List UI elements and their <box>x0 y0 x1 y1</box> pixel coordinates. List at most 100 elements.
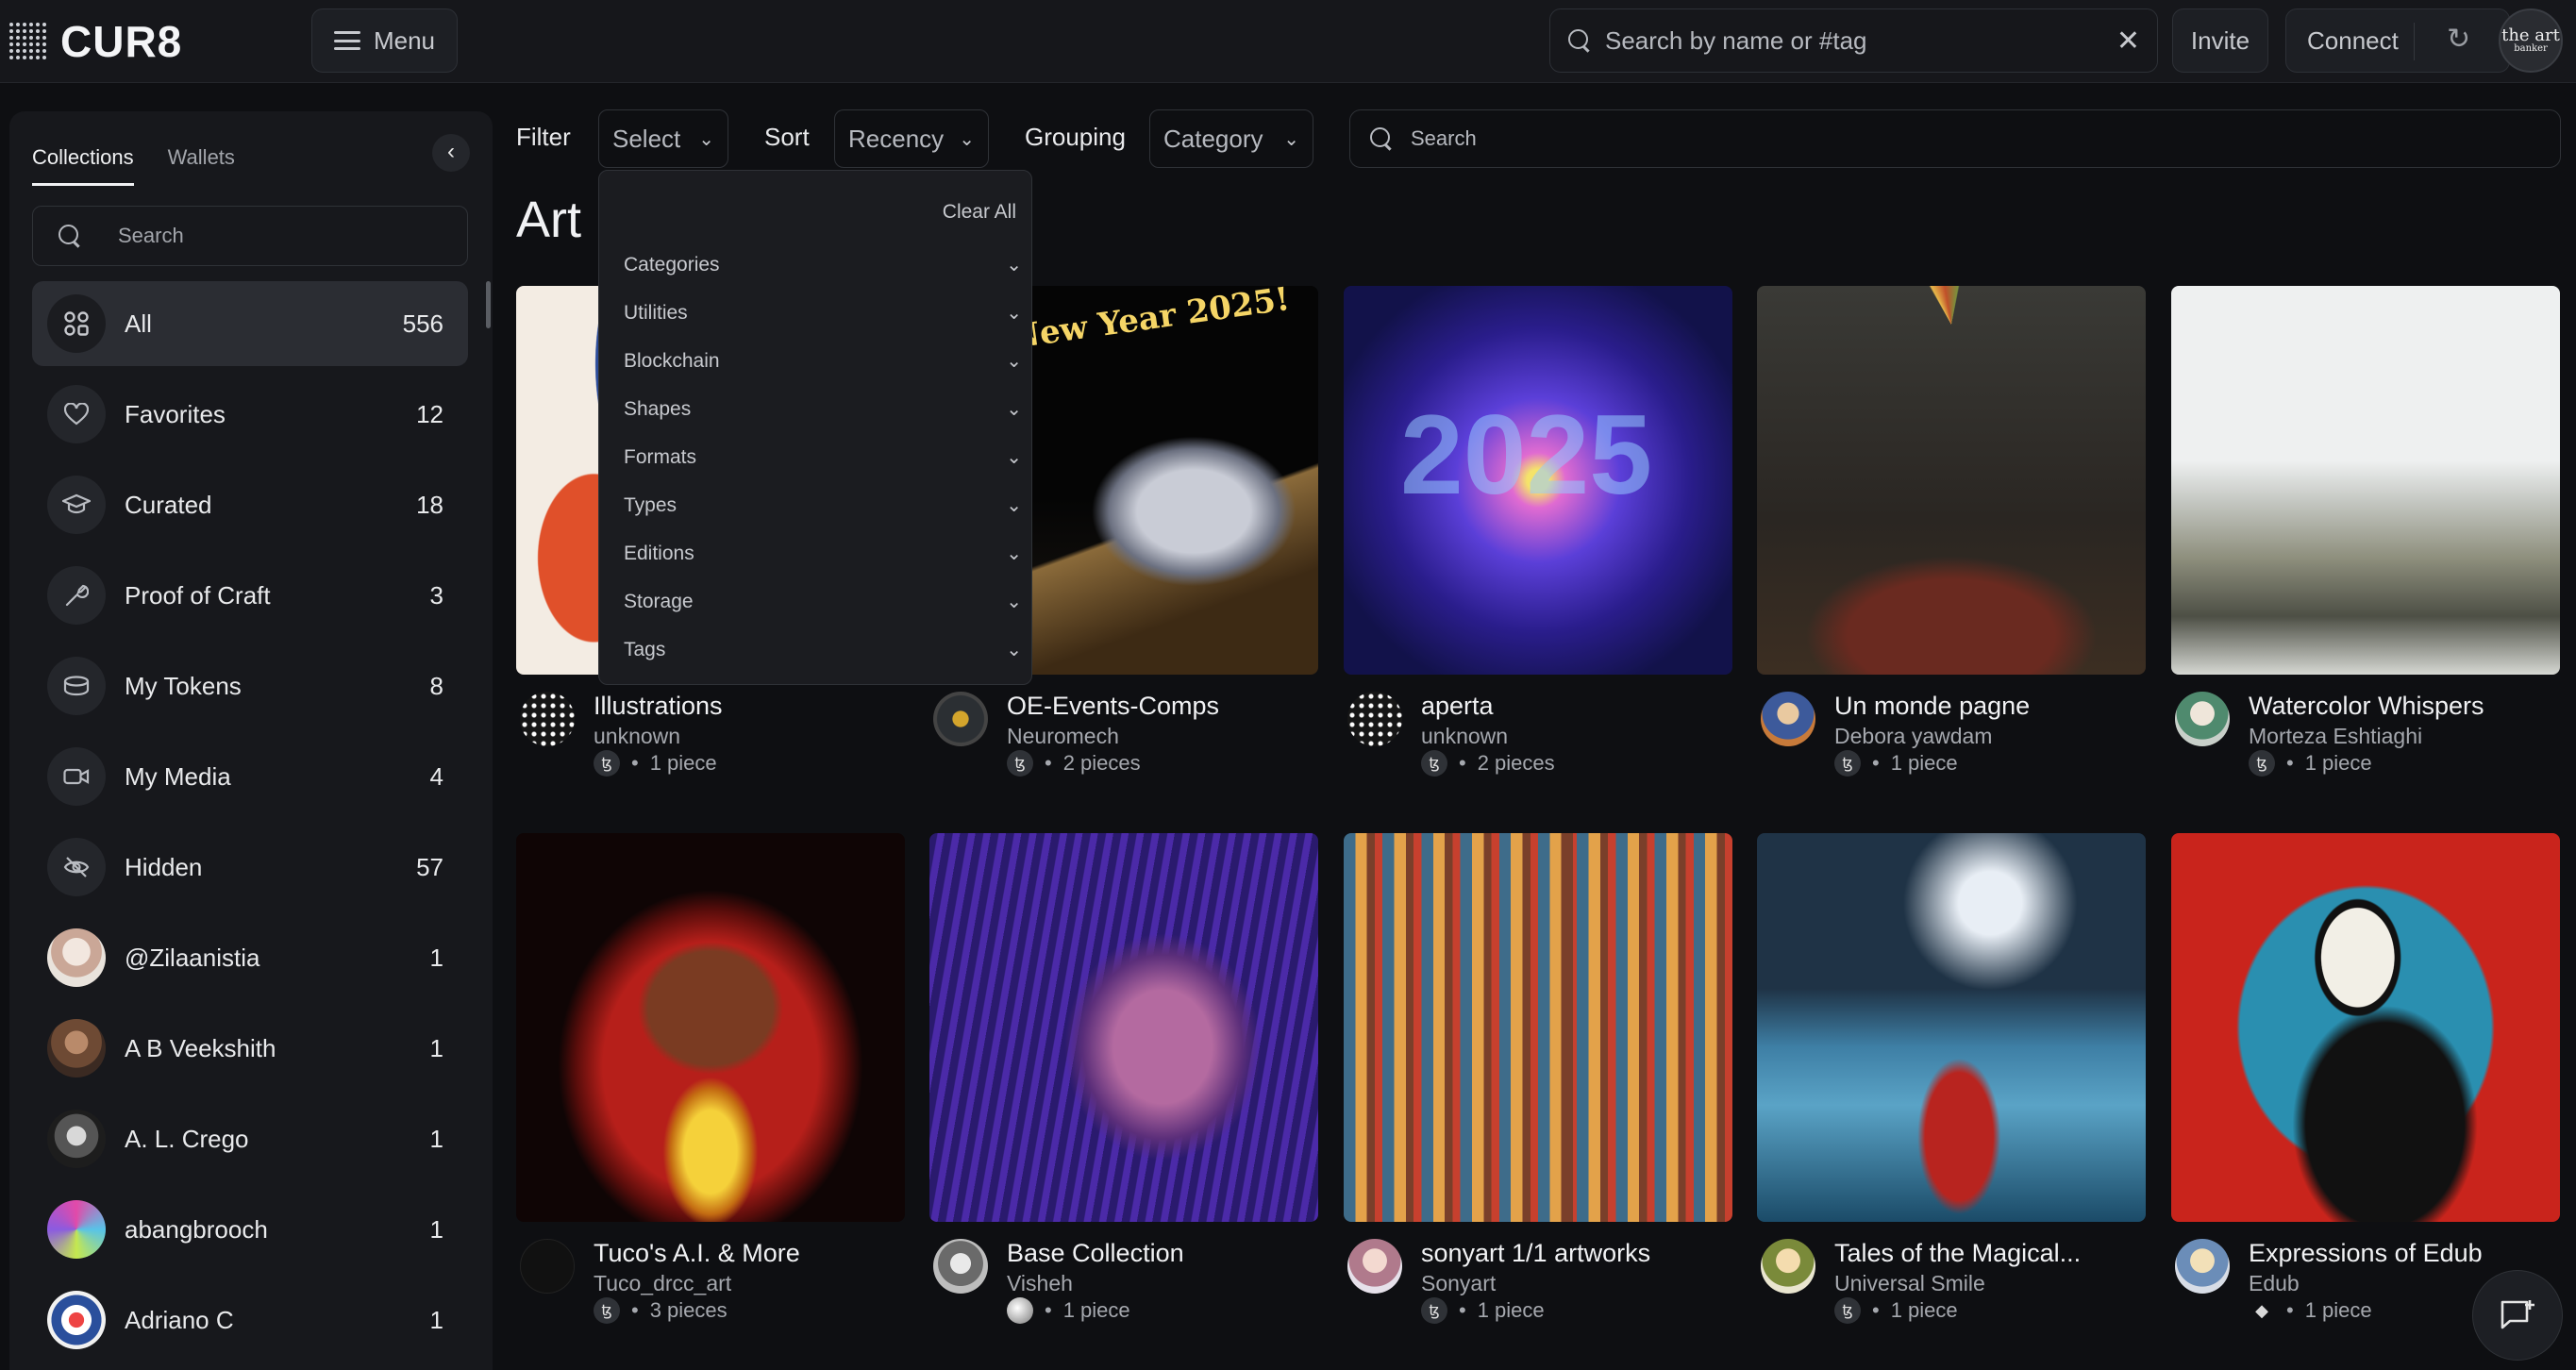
filter-section-tags[interactable]: Tags ⌄ <box>624 626 1022 674</box>
collection-search-input[interactable]: Search <box>1349 109 2561 168</box>
sidebar-tabs: Collections Wallets <box>32 145 235 186</box>
collection-stats: ꜩ • 2 pieces <box>1007 750 1141 777</box>
sidebar-item-count: 1 <box>429 1033 443 1062</box>
menu-button[interactable]: Menu <box>311 8 458 73</box>
sidebar-item-count: 8 <box>429 671 443 700</box>
connect-button[interactable]: Connect ↻ <box>2285 8 2510 73</box>
sidebar-item-all[interactable]: All 556 <box>32 281 468 366</box>
refresh-icon[interactable]: ↻ <box>2447 25 2477 55</box>
invite-label: Invite <box>2190 25 2250 55</box>
grouping-select[interactable]: Category ⌄ <box>1149 109 1313 168</box>
collection-thumbnail[interactable] <box>516 833 905 1222</box>
sidebar-item-curated[interactable]: Curated 18 <box>32 462 468 547</box>
sidebar-item-count: 556 <box>402 309 443 338</box>
sidebar-item-count: 4 <box>429 761 443 791</box>
collection-card[interactable]: Tales of the Magical... Universal Smile … <box>1757 833 2146 1335</box>
sidebar-item-count: 1 <box>429 1214 443 1244</box>
grouping-select-value: Category <box>1163 124 1263 153</box>
avatar <box>47 1110 106 1168</box>
collection-thumbnail[interactable] <box>929 833 1318 1222</box>
global-search-input[interactable]: Search by name or #tag ✕ <box>1549 8 2158 73</box>
collection-creator: Sonyart <box>1421 1271 1497 1295</box>
search-icon <box>1567 28 1592 53</box>
feedback-chat-button[interactable] <box>2472 1270 2563 1361</box>
sidebar-item-wallet[interactable]: A B Veekshith 1 <box>32 1006 468 1091</box>
sidebar: Collections Wallets ‹ Search All 556 Fav… <box>9 111 493 1370</box>
bullet: • <box>1045 751 1052 775</box>
collection-thumbnail[interactable] <box>1757 833 2146 1222</box>
collection-thumbnail[interactable] <box>2171 833 2560 1222</box>
filter-dropdown-panel: Clear All Categories ⌄ Utilities ⌄ Blockch… <box>598 170 1032 685</box>
collection-stats: ◆ • 1 piece <box>2249 1297 2372 1324</box>
collection-card[interactable]: Tuco's A.I. & More Tuco_drcc_art ꜩ • 3 pie… <box>516 833 905 1335</box>
heart-icon <box>47 385 106 443</box>
sidebar-item-favorites[interactable]: Favorites 12 <box>32 372 468 457</box>
avatar-text-line2: banker <box>2514 43 2548 54</box>
collection-thumbnail[interactable]: 2025 <box>1344 286 1732 675</box>
app-logo[interactable]: CUR8 <box>9 17 182 66</box>
avatar <box>47 1019 106 1078</box>
sidebar-item-hidden[interactable]: Hidden 57 <box>32 825 468 910</box>
sidebar-item-label: A. L. Crego <box>125 1124 249 1153</box>
collection-card[interactable]: Base Collection Visheh • 1 piece <box>929 833 1318 1335</box>
collection-creator: Visheh <box>1007 1271 1073 1295</box>
creator-avatar <box>520 1239 575 1294</box>
collection-thumbnail[interactable] <box>2171 286 2560 675</box>
filter-section-editions[interactable]: Editions ⌄ <box>624 529 1022 577</box>
user-avatar[interactable]: the art banker <box>2499 8 2563 73</box>
grouping-label: Grouping <box>1025 123 1126 151</box>
collection-stats: ꜩ • 2 pieces <box>1421 750 1555 777</box>
collection-card[interactable]: Watercolor Whispers Morteza Eshtiaghi ꜩ •… <box>2171 286 2560 788</box>
avatar-text-line1: the art <box>2501 25 2560 45</box>
filter-section-shapes[interactable]: Shapes ⌄ <box>624 385 1022 433</box>
graduation-cap-icon <box>47 476 106 534</box>
tezos-icon: ꜩ <box>2249 750 2275 777</box>
collection-title: Base Collection <box>1007 1239 1184 1267</box>
collection-thumbnail[interactable] <box>1757 286 2146 675</box>
sidebar-item-wallet[interactable]: abangbrooch 1 <box>32 1187 468 1272</box>
tezos-icon: ꜩ <box>1007 750 1033 777</box>
bullet: • <box>1459 1298 1466 1322</box>
tezos-icon: ꜩ <box>1834 1297 1861 1324</box>
grid-icon <box>47 294 106 353</box>
collection-thumbnail[interactable] <box>1344 833 1732 1222</box>
collection-card[interactable]: sonyart 1/1 artworks Sonyart ꜩ • 1 piece <box>1344 833 1732 1335</box>
filter-select[interactable]: Select ⌄ <box>598 109 728 168</box>
collection-card[interactable]: 2025 aperta unknown ꜩ • 2 pieces <box>1344 286 1732 788</box>
creator-avatar <box>2175 1239 2230 1294</box>
filter-section-blockchain[interactable]: Blockchain ⌄ <box>624 337 1022 385</box>
collection-stats: ꜩ • 1 piece <box>1834 1297 1958 1324</box>
filter-section-types[interactable]: Types ⌄ <box>624 481 1022 529</box>
filter-section-label: Tags <box>624 638 666 660</box>
invite-button[interactable]: Invite <box>2172 8 2268 73</box>
filter-section-categories[interactable]: Categories ⌄ <box>624 241 1022 289</box>
sidebar-item-label: My Tokens <box>125 671 242 700</box>
chevron-down-icon: ⌄ <box>1006 543 1022 564</box>
tab-collections[interactable]: Collections <box>32 145 134 186</box>
sidebar-item-count: 12 <box>416 399 443 428</box>
filter-section-utilities[interactable]: Utilities ⌄ <box>624 289 1022 337</box>
clear-all-button[interactable]: Clear All <box>943 201 1016 224</box>
chevron-down-icon: ⌄ <box>1006 640 1022 660</box>
collection-title: aperta <box>1421 692 1494 720</box>
clear-search-icon[interactable]: ✕ <box>2116 25 2140 58</box>
sidebar-scrollbar[interactable] <box>486 281 491 328</box>
bullet: • <box>631 751 639 775</box>
filter-section-formats[interactable]: Formats ⌄ <box>624 433 1022 481</box>
sidebar-item-wallet[interactable]: A. L. Crego 1 <box>32 1096 468 1181</box>
sort-select[interactable]: Recency ⌄ <box>834 109 989 168</box>
sidebar-item-wallet[interactable]: Adriano C 1 <box>32 1278 468 1362</box>
collection-card[interactable]: Un monde pagne Debora yawdam ꜩ • 1 piece <box>1757 286 2146 788</box>
collection-stats: ꜩ • 1 piece <box>1421 1297 1545 1324</box>
sidebar-item-my-tokens[interactable]: My Tokens 8 <box>32 643 468 728</box>
tab-wallets[interactable]: Wallets <box>168 145 235 186</box>
sidebar-item-my-media[interactable]: My Media 4 <box>32 734 468 819</box>
collection-card[interactable]: Expressions of Edub Edub ◆ • 1 piece <box>2171 833 2560 1335</box>
connect-label: Connect <box>2307 25 2399 55</box>
filter-section-storage[interactable]: Storage ⌄ <box>624 577 1022 626</box>
sidebar-search-input[interactable]: Search <box>32 206 468 266</box>
filter-section-label: Formats <box>624 445 697 468</box>
sidebar-item-wallet[interactable]: @Zilaanistia 1 <box>32 915 468 1000</box>
collapse-sidebar-icon[interactable]: ‹ <box>432 134 470 172</box>
sidebar-item-proof-of-craft[interactable]: Proof of Craft 3 <box>32 553 468 638</box>
